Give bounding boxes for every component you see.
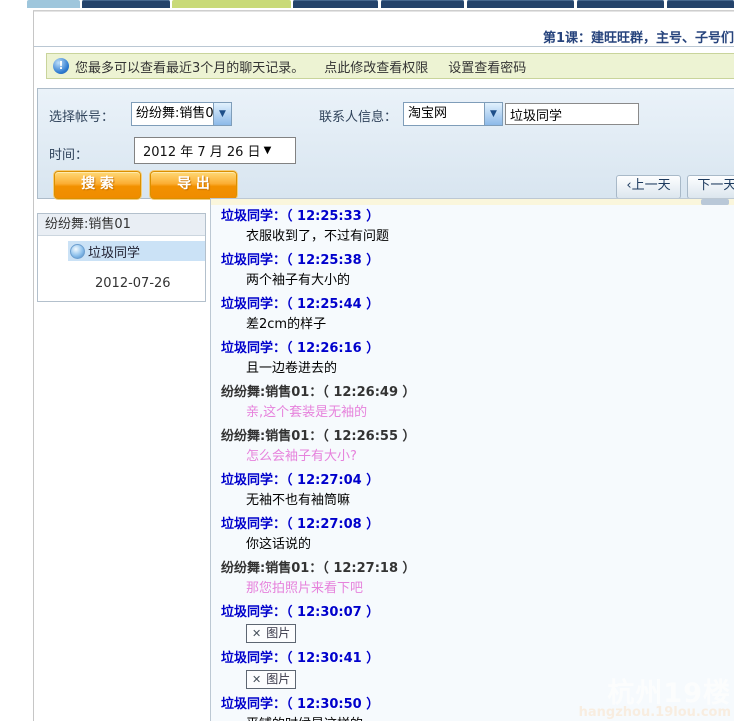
chat-message: 垃圾同学：（ 12:25:38 ） 两个袖子有大小的 — [221, 252, 734, 289]
chevron-down-icon[interactable]: ▼ — [213, 103, 231, 125]
message-body: 且一边卷进去的 — [246, 361, 338, 376]
message-sender-time: 垃圾同学：（ 12:25:44 ） — [221, 297, 380, 312]
browser-tab-active[interactable] — [172, 0, 291, 8]
browser-tab[interactable] — [467, 0, 574, 8]
chat-message: 纷纷舞:销售01：（ 12:27:18 ） 那您拍照片来看下吧 — [221, 560, 734, 597]
sidebar-account-header[interactable]: 纷纷舞:销售01 — [38, 214, 205, 236]
contact-source-select[interactable]: 淘宝网 ▼ — [403, 102, 503, 126]
date-value: 2012 年 7 月 26 日 — [143, 145, 261, 160]
chat-message: 垃圾同学：（ 12:27:04 ） 无袖不也有袖筒嘛 — [221, 472, 734, 509]
scrollbar-thumb[interactable] — [701, 199, 729, 205]
message-sender-time: 纷纷舞:销售01：（ 12:26:49 ） — [221, 385, 416, 400]
message-body: ✕ 图片 — [246, 670, 734, 689]
notice-bar: ! 您最多可以查看最近3个月的聊天记录。 点此修改查看权限 设置查看密码 — [46, 53, 734, 79]
message-body: 平铺的时候是这样的 — [246, 716, 734, 721]
time-label: 时间： — [49, 148, 89, 163]
message-sender-time: 垃圾同学：（ 12:30:50 ） — [221, 697, 380, 712]
message-body: 那您拍照片来看下吧 — [246, 581, 364, 596]
set-view-password-link[interactable]: 设置查看密码 — [448, 57, 526, 76]
message-sender-time: 垃圾同学：（ 12:30:41 ） — [221, 651, 380, 666]
browser-tab[interactable] — [667, 0, 734, 8]
chat-message: 垃圾同学：（ 12:30:41 ） ✕ 图片 — [221, 650, 734, 689]
broken-image-placeholder[interactable]: ✕ 图片 — [246, 670, 297, 689]
previous-day-button[interactable]: ‹上一天 — [616, 175, 681, 199]
contact-sidebar: 纷纷舞:销售01 垃圾同学 2012-07-26 — [37, 213, 206, 302]
sidebar-date[interactable]: 2012-07-26 — [95, 276, 205, 291]
message-body: 怎么会袖子有大小? — [246, 449, 357, 464]
contact-label: 联系人信息： — [319, 110, 398, 125]
next-day-button[interactable]: 下一天› — [687, 175, 734, 199]
message-body: 无袖不也有袖筒嘛 — [246, 493, 351, 508]
chat-message: 垃圾同学：（ 12:30:07 ） ✕ 图片 — [221, 604, 734, 643]
account-select-value: 纷纷舞:销售01 — [136, 106, 213, 121]
message-sender-time: 垃圾同学：（ 12:30:07 ） — [221, 605, 380, 620]
header-divider — [34, 46, 734, 47]
contact-name-input[interactable] — [505, 103, 639, 125]
account-select[interactable]: 纷纷舞:销售01 ▼ — [131, 102, 232, 126]
page-left-divider — [33, 11, 34, 721]
message-sender-time: 纷纷舞:销售01：（ 12:26:55 ） — [221, 429, 416, 444]
date-picker[interactable]: 2012 年 7 月 26 日 ▼ — [134, 137, 296, 164]
message-body: ✕ 图片 — [246, 624, 734, 643]
browser-tab[interactable] — [82, 0, 170, 8]
browser-tab[interactable] — [577, 0, 664, 8]
chat-message: 纷纷舞:销售01：（ 12:26:49 ） 亲,这个套装是无袖的 — [221, 384, 734, 421]
message-body: 衣服收到了，不过有问题 — [246, 229, 390, 244]
export-button[interactable]: 导 出 — [150, 171, 237, 199]
broken-image-label: 图片 — [266, 672, 291, 686]
chevron-down-icon[interactable]: ▼ — [484, 103, 502, 125]
chat-message: 垃圾同学：（ 12:25:33 ） 衣服收到了，不过有问题 — [221, 208, 734, 245]
chat-message: 垃圾同学：（ 12:27:08 ） 你这话说的 — [221, 516, 734, 553]
broken-image-label: 图片 — [266, 626, 291, 640]
contact-name: 垃圾同学 — [88, 245, 141, 261]
message-sender-time: 垃圾同学：（ 12:26:16 ） — [221, 341, 380, 356]
calendar-dropdown-icon: ▼ — [263, 145, 272, 156]
contact-source-value: 淘宝网 — [408, 106, 448, 121]
chat-message-list: 垃圾同学：（ 12:25:33 ）衣服收到了，不过有问题 垃圾同学：（ 12:25… — [211, 205, 734, 721]
message-body: 差2cm的样子 — [246, 317, 327, 332]
message-body: 两个袖子有大小的 — [246, 273, 351, 288]
account-label: 选择帐号： — [49, 110, 115, 125]
chat-message: 垃圾同学：（ 12:25:44 ） 差2cm的样子 — [221, 296, 734, 333]
browser-tab[interactable] — [293, 0, 378, 8]
browser-tab[interactable] — [381, 0, 464, 8]
info-icon: ! — [53, 58, 69, 74]
chat-log-panel: 垃圾同学：（ 12:25:33 ）衣服收到了，不过有问题 垃圾同学：（ 12:25… — [210, 198, 734, 721]
search-button[interactable]: 搜 索 — [54, 171, 141, 199]
chat-message: 垃圾同学：（ 12:30:50 ） 平铺的时候是这样的 — [221, 696, 734, 721]
message-sender-time: 垃圾同学：（ 12:25:33 ） — [221, 209, 380, 224]
chat-message: 垃圾同学：（ 12:26:16 ） 且一边卷进去的 — [221, 340, 734, 377]
message-body: 你这话说的 — [246, 537, 312, 552]
message-sender-time: 垃圾同学：（ 12:27:04 ） — [221, 473, 380, 488]
message-sender-time: 垃圾同学：（ 12:27:08 ） — [221, 517, 380, 532]
message-body: 亲,这个套装是无袖的 — [246, 405, 368, 420]
browser-tab[interactable] — [27, 0, 80, 8]
contact-avatar-icon — [70, 243, 85, 259]
filter-panel: 选择帐号： 纷纷舞:销售01 ▼ 联系人信息： 淘宝网 ▼ 时间： 2012 年… — [37, 88, 734, 199]
broken-image-icon: ✕ — [252, 673, 262, 686]
chat-message: 纷纷舞:销售01：（ 12:26:55 ） 怎么会袖子有大小? — [221, 428, 734, 465]
message-sender-time: 垃圾同学：（ 12:25:38 ） — [221, 253, 380, 268]
page-title: 第1课：建旺旺群，主号、子号们沟 — [543, 31, 734, 46]
notice-text: 您最多可以查看最近3个月的聊天记录。 — [75, 60, 305, 76]
page-top-divider — [33, 10, 734, 12]
modify-permission-link[interactable]: 点此修改查看权限 — [324, 57, 428, 76]
chat-top-strip — [211, 199, 734, 205]
sidebar-contact-item[interactable]: 垃圾同学 — [68, 241, 205, 261]
broken-image-icon: ✕ — [252, 627, 262, 640]
broken-image-placeholder[interactable]: ✕ 图片 — [246, 624, 297, 643]
message-sender-time: 纷纷舞:销售01：（ 12:27:18 ） — [221, 561, 416, 576]
